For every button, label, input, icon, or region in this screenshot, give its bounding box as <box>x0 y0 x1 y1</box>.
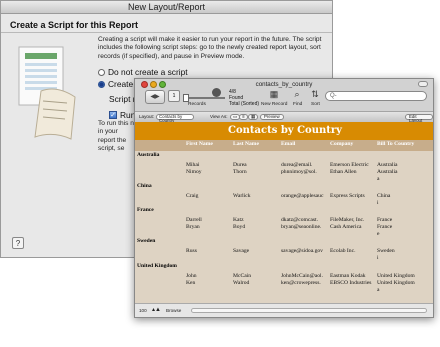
records-count: 4/8 Found Total (Sorted) <box>229 89 260 107</box>
bill-country-cell: Australia <box>377 162 398 168</box>
radio-no-script[interactable]: Do not create a script <box>98 67 188 77</box>
company-cell: Eastman Kodak <box>330 273 366 279</box>
first-name-cell: Mihai <box>186 162 200 168</box>
company-cell: Ethan Allen <box>330 169 357 175</box>
company-cell: EBSCO Industries <box>330 280 372 286</box>
records-pie-icon <box>212 88 221 97</box>
mode-label[interactable]: Browse <box>166 304 181 317</box>
country-group-label: China <box>137 183 152 189</box>
records-label: Records <box>188 102 206 107</box>
report-title: Contacts by Country <box>135 122 433 140</box>
report-script-illustration-icon <box>18 46 76 140</box>
radio-button-off[interactable] <box>98 69 105 76</box>
run-script-checkbox[interactable]: ✓ <box>109 111 117 119</box>
bill-country-cell: United Kingdom <box>377 280 415 286</box>
run-script-description: To run this n in your report the script,… <box>98 120 134 152</box>
first-name-cell: Nimoy <box>186 169 202 175</box>
bill-country-cell: China <box>377 193 391 199</box>
view-as-list-button[interactable]: ≡ <box>239 114 248 120</box>
radio-button-on[interactable] <box>98 81 105 88</box>
first-name-cell: Ken <box>186 280 196 286</box>
country-group-label: United Kingdom <box>137 263 177 269</box>
zoom-out-icon[interactable]: ▴▲ <box>152 304 161 317</box>
column-header: Bill To Country <box>377 141 415 147</box>
first-name-cell: John <box>186 273 197 279</box>
bill-country-cell: Sweden <box>377 248 395 254</box>
email-cell: phnnimoy@sol. <box>281 169 317 175</box>
record-number-field[interactable]: 1 <box>168 90 180 102</box>
first-name-cell: Craig <box>186 193 199 199</box>
search-input[interactable]: Q- <box>325 91 427 101</box>
company-cell: Emerson Electric <box>330 162 369 168</box>
toolbar-toggle-button[interactable] <box>418 81 428 87</box>
find-icon[interactable]: ⌕ <box>291 89 303 100</box>
find-label[interactable]: Find <box>293 102 302 107</box>
layout-select[interactable]: Contacts by Country <box>156 114 194 123</box>
window-title: contacts_by_country <box>255 81 313 88</box>
sort-icon[interactable]: ⇅ <box>309 89 321 100</box>
last-name-cell: Savage <box>233 248 250 254</box>
company-cell: FileMaker, Inc. <box>330 217 365 223</box>
email-cell: JohnMcCain@aol. <box>281 273 323 279</box>
record-navigation-book-icon[interactable]: ◀▶ <box>145 90 165 104</box>
company-cell: Ecolab Inc. <box>330 248 356 254</box>
bill-country-cell-wrap: i <box>377 255 379 261</box>
bill-country-cell: France <box>377 224 393 230</box>
divider <box>1 32 332 33</box>
radio-no-script-label: Do not create a script <box>108 67 188 77</box>
first-name-cell: Bryan <box>186 224 200 230</box>
first-name-cell: Darrell <box>186 217 202 223</box>
bill-country-cell: Australia <box>377 169 398 175</box>
column-header: First Name <box>186 141 213 147</box>
company-cell: Cash America <box>330 224 362 230</box>
dialog-title: New Layout/Report <box>1 1 332 14</box>
view-as-label: View As: <box>210 114 228 119</box>
column-header: Company <box>330 141 354 147</box>
country-group-label: France <box>137 207 154 213</box>
column-header: Email <box>281 141 296 147</box>
preview-button[interactable]: Preview <box>260 114 284 120</box>
country-group-label: Australia <box>137 152 160 158</box>
email-cell: savage@sidoa.gov <box>281 248 323 254</box>
last-name-cell: Durea <box>233 162 247 168</box>
bill-country-cell-wrap: a <box>377 176 380 182</box>
bill-country-cell-wrap: a <box>377 287 380 293</box>
last-name-cell: McCain <box>233 273 252 279</box>
country-group-label: Sweden <box>137 238 156 244</box>
dialog-description: Creating a script will make it easier to… <box>98 36 322 60</box>
email-cell: orange@applesauc <box>281 193 324 199</box>
edit-layout-button[interactable]: Edit Layout <box>405 114 433 123</box>
bill-country-cell: United Kingdom <box>377 273 415 279</box>
email-cell: durea@email. <box>281 162 313 168</box>
record-slider[interactable] <box>183 94 225 102</box>
last-name-cell: Warlick <box>233 193 251 199</box>
sort-label[interactable]: Sort <box>311 102 320 107</box>
dialog-heading: Create a Script for this Report <box>10 20 139 30</box>
zoom-level[interactable]: 100 <box>139 304 147 317</box>
column-header: Last Name <box>233 141 259 147</box>
bill-country-cell-wrap: e <box>377 231 380 237</box>
last-name-cell: Boyd <box>233 224 246 230</box>
last-name-cell: Thorn <box>233 169 247 175</box>
new-record-label[interactable]: New Record <box>261 102 287 107</box>
contacts-by-country-window: contacts_by_country ◀▶ 1 4/8 Found Total… <box>134 78 434 318</box>
company-cell: Express Scripts <box>330 193 365 199</box>
help-button[interactable]: ? <box>12 237 24 249</box>
status-bar: 100 ▴▲ Browse <box>135 303 433 317</box>
email-cell: ken@crowepress. <box>281 280 321 286</box>
bill-country-cell-wrap: i <box>377 200 379 206</box>
last-name-cell: Katz <box>233 217 244 223</box>
new-record-icon[interactable]: ▦ <box>268 89 280 100</box>
view-as-table-button[interactable]: ▦ <box>248 114 259 120</box>
report-body: Contacts by Country First Name Last Name… <box>135 122 433 305</box>
last-name-cell: Walrod <box>233 280 250 286</box>
bill-country-cell: France <box>377 217 393 223</box>
first-name-cell: Russ <box>186 248 197 254</box>
layout-label: Layout: <box>139 114 155 119</box>
email-cell: dkatz@comcast. <box>281 217 318 223</box>
horizontal-scrollbar[interactable] <box>191 308 427 313</box>
email-cell: bryan@seaonline. <box>281 224 322 230</box>
